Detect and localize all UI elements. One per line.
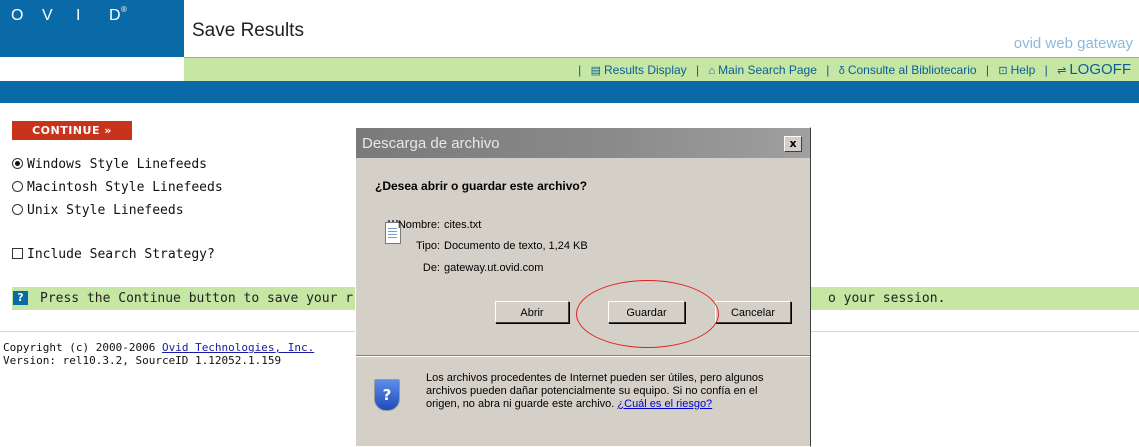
hint-text-left: Press the Continue button to save your r bbox=[40, 291, 354, 306]
macintosh-linefeeds-label: Macintosh Style Linefeeds bbox=[27, 180, 223, 195]
brand-text: ovid web gateway bbox=[1013, 35, 1133, 52]
macintosh-linefeeds-radio[interactable] bbox=[12, 181, 23, 192]
nav-main-search-page-label: Main Search Page bbox=[718, 63, 817, 77]
logo-letter-i: I bbox=[76, 7, 81, 24]
nav-results-display[interactable]: ▤ Results Display bbox=[591, 63, 687, 77]
hint-text-right: o your session. bbox=[828, 291, 946, 306]
nav-logoff[interactable]: ⇌ LOGOFF bbox=[1057, 61, 1131, 78]
file-name-row: Nombre: cites.txt bbox=[356, 219, 481, 231]
header-bar bbox=[184, 0, 1139, 57]
file-type-row: Tipo: Documento de texto, 1,24 KB bbox=[356, 240, 588, 252]
nav-separator: | bbox=[696, 63, 700, 77]
file-source-label: De: bbox=[422, 262, 440, 274]
security-warning-text: Los archivos procedentes de Internet pue… bbox=[426, 372, 764, 410]
save-highlight-circle bbox=[576, 280, 719, 348]
ovid-logo: O V I D ® bbox=[0, 0, 184, 57]
logoff-icon: ⇌ bbox=[1057, 65, 1067, 77]
nav-bar: | ▤ Results Display | ⌂ Main Search Page |… bbox=[184, 57, 1139, 81]
help-icon: ? bbox=[13, 291, 28, 305]
logo-registered-mark: ® bbox=[121, 5, 127, 14]
dialog-separator bbox=[356, 355, 810, 357]
file-name-label: Nombre: bbox=[397, 219, 440, 231]
include-strategy-option[interactable]: Include Search Strategy? bbox=[12, 247, 215, 262]
nav-consulte[interactable]: δ Consulte al Bibliotecario bbox=[839, 63, 977, 77]
cancel-button[interactable]: Cancelar bbox=[715, 301, 791, 323]
nav-separator: | bbox=[578, 63, 582, 77]
dialog-titlebar[interactable]: Descarga de archivo x bbox=[356, 128, 810, 158]
logo-letter-v: V bbox=[42, 7, 53, 24]
copyright-line: Copyright (c) 2000-2006 Ovid Technologie… bbox=[3, 341, 314, 354]
risk-link[interactable]: ¿Cuál es el riesgo? bbox=[617, 398, 712, 410]
unix-linefeeds-label: Unix Style Linefeeds bbox=[27, 203, 184, 218]
nav-consulte-label: Consulte al Bibliotecario bbox=[847, 63, 977, 77]
version-line: Version: rel10.3.2, SourceID 1.12052.1.1… bbox=[3, 354, 282, 367]
file-source-row: De: gateway.ut.ovid.com bbox=[356, 262, 544, 274]
nav-logoff-label: LOGOFF bbox=[1069, 61, 1131, 78]
page-title: Save Results bbox=[192, 20, 304, 41]
close-button[interactable]: x bbox=[784, 136, 802, 152]
dialog-question: ¿Desea abrir o guardar este archivo? bbox=[375, 179, 588, 193]
results-display-icon: ▤ bbox=[590, 65, 601, 77]
nav-help-label: Help bbox=[1010, 63, 1036, 77]
file-name-value: cites.txt bbox=[444, 219, 482, 231]
nav-main-search-page[interactable]: ⌂ Main Search Page bbox=[709, 63, 817, 77]
security-shield-icon: ? bbox=[374, 379, 400, 411]
home-icon: ⌂ bbox=[708, 65, 716, 77]
unix-linefeeds-radio[interactable] bbox=[12, 204, 23, 215]
unix-linefeeds-option[interactable]: Unix Style Linefeeds bbox=[12, 203, 184, 218]
librarian-icon: δ bbox=[838, 65, 845, 77]
logo-letter-o: O bbox=[11, 7, 24, 24]
nav-separator: | bbox=[1044, 63, 1048, 77]
windows-linefeeds-option[interactable]: Windows Style Linefeeds bbox=[12, 157, 207, 172]
ovid-technologies-link[interactable]: Ovid Technologies, Inc. bbox=[162, 341, 314, 354]
file-download-dialog: Descarga de archivo x ¿Desea abrir o gua… bbox=[355, 127, 811, 447]
nav-results-display-label: Results Display bbox=[603, 63, 687, 77]
file-type-label: Tipo: bbox=[415, 240, 440, 252]
windows-linefeeds-label: Windows Style Linefeeds bbox=[27, 157, 208, 172]
continue-button[interactable]: CONTINUE » bbox=[12, 121, 132, 140]
include-strategy-checkbox[interactable] bbox=[12, 248, 23, 259]
windows-linefeeds-radio[interactable] bbox=[12, 158, 23, 169]
include-strategy-label: Include Search Strategy? bbox=[27, 247, 215, 262]
nav-separator: | bbox=[985, 63, 990, 77]
help-icon: ⊡ bbox=[998, 65, 1008, 77]
macintosh-linefeeds-option[interactable]: Macintosh Style Linefeeds bbox=[12, 180, 223, 195]
open-button[interactable]: Abrir bbox=[495, 301, 569, 323]
blue-divider-bar bbox=[0, 81, 1139, 103]
file-type-value: Documento de texto, 1,24 KB bbox=[444, 240, 588, 252]
dialog-title: Descarga de archivo bbox=[362, 135, 500, 152]
file-source-value: gateway.ut.ovid.com bbox=[444, 262, 544, 274]
nav-help[interactable]: ⊡ Help bbox=[998, 63, 1035, 77]
nav-separator: | bbox=[826, 63, 830, 77]
logo-letter-d: D bbox=[109, 7, 121, 24]
copyright-text: Copyright (c) 2000-2006 bbox=[3, 341, 162, 354]
security-warning: Los archivos procedentes de Internet pue… bbox=[426, 372, 781, 411]
